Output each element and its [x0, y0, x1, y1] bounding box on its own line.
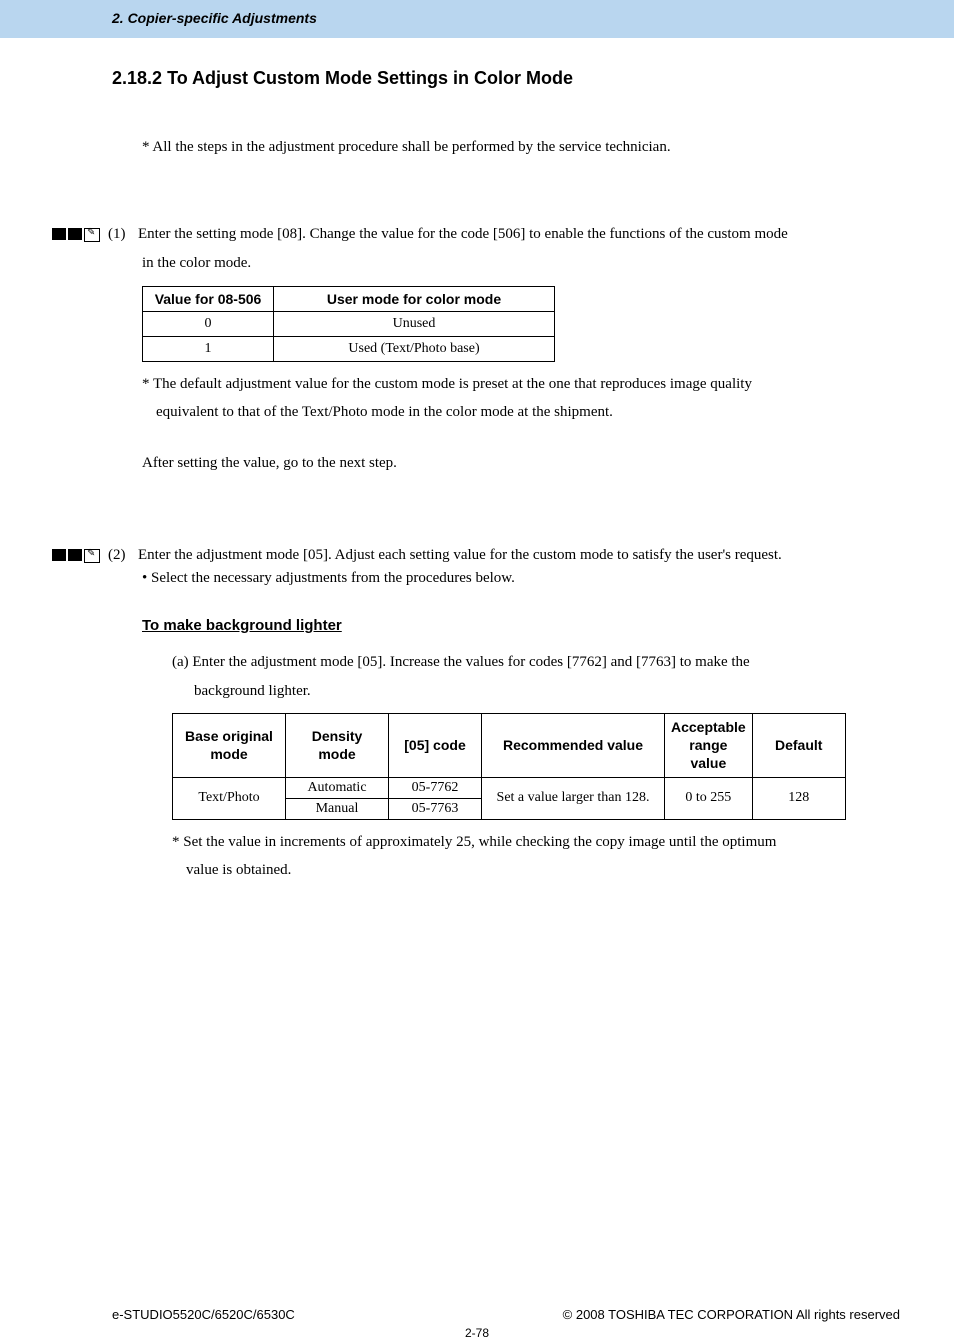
footnote-line1: * The default adjustment value for the c… [142, 376, 752, 392]
page-content: 2.18.2 To Adjust Custom Mode Settings in… [0, 38, 954, 927]
table-row: 1 Used (Text/Photo base) [143, 336, 555, 361]
section-title: To Adjust Custom Mode Settings in Color … [167, 68, 573, 88]
page-footer: e-STUDIO5520C/6520C/6530C © 2008 TOSHIBA… [0, 1307, 954, 1322]
after-setting: After setting the value, go to the next … [142, 449, 900, 478]
step-1-cont: in the color mode. [142, 249, 900, 278]
step-1-text: (1)Enter the setting mode [08]. Change t… [108, 226, 900, 243]
cell-rec: Set a value larger than 128. [482, 777, 665, 819]
footer-left: e-STUDIO5520C/6520C/6530C [112, 1307, 295, 1322]
footnote-line2: equivalent to that of the Text/Photo mod… [156, 404, 613, 420]
step-1: (1)Enter the setting mode [08]. Change t… [112, 226, 900, 243]
page-number: 2-78 [0, 1326, 954, 1340]
rect-icon [68, 228, 82, 240]
cell: Automatic [286, 777, 389, 798]
table2-footnote: * Set the value in increments of approxi… [172, 828, 900, 885]
cell: 05-7762 [389, 777, 482, 798]
t2-note-line1: * Set the value in increments of approxi… [172, 834, 776, 850]
table-color-mode: Value for 08-506 User mode for color mod… [142, 286, 555, 362]
table1-footnote: * The default adjustment value for the c… [142, 370, 900, 427]
table-row: Text/Photo Automatic 05-7762 Set a value… [173, 777, 846, 798]
section-number: 2.18.2 [112, 68, 162, 88]
step-2-body: Enter the adjustment mode [05]. Adjust e… [138, 547, 782, 563]
pen-icon [84, 549, 100, 563]
step-2-num: (2) [108, 547, 138, 564]
cell: 1 [143, 336, 274, 361]
cell: Unused [274, 311, 555, 336]
cell: Manual [286, 798, 389, 819]
substep-a: (a) Enter the adjustment mode [05]. Incr… [172, 648, 900, 705]
subheading: To make background lighter [142, 617, 900, 634]
t2-h4: Recommended value [482, 714, 665, 778]
cell: 0 [143, 311, 274, 336]
table1-header-2: User mode for color mode [274, 286, 555, 311]
t2-h1: Base original mode [173, 714, 286, 778]
step-2-bullet: • Select the necessary adjustments from … [142, 570, 900, 587]
t2-h3: [05] code [389, 714, 482, 778]
rect-icon [52, 549, 66, 561]
t2-h2: Density mode [286, 714, 389, 778]
breadcrumb: 2. Copier-specific Adjustments [112, 10, 317, 26]
intro-note: * All the steps in the adjustment proced… [142, 139, 900, 156]
step-1-body: Enter the setting mode [08]. Change the … [138, 226, 788, 242]
footer-right: © 2008 TOSHIBA TEC CORPORATION All right… [563, 1307, 900, 1322]
cell-default: 128 [752, 777, 845, 819]
step-icons [52, 228, 100, 242]
rect-icon [68, 549, 82, 561]
step-1-num: (1) [108, 226, 138, 243]
cell-range: 0 to 255 [665, 777, 753, 819]
rect-icon [52, 228, 66, 240]
t2-h6: Default [752, 714, 845, 778]
table-adjustment: Base original mode Density mode [05] cod… [172, 713, 846, 820]
step-icons [52, 549, 100, 563]
cell: Used (Text/Photo base) [274, 336, 555, 361]
substep-line2: background lighter. [194, 683, 311, 699]
step-2: (2)Enter the adjustment mode [05]. Adjus… [112, 547, 900, 564]
table-row: 0 Unused [143, 311, 555, 336]
header-bar: 2. Copier-specific Adjustments [0, 0, 954, 38]
section-heading: 2.18.2 To Adjust Custom Mode Settings in… [112, 68, 900, 89]
cell: 05-7763 [389, 798, 482, 819]
t2-h5: Acceptable range value [665, 714, 753, 778]
substep-line1: (a) Enter the adjustment mode [05]. Incr… [172, 654, 750, 670]
table1-header-1: Value for 08-506 [143, 286, 274, 311]
t2-note-line2: value is obtained. [186, 862, 291, 878]
step-2-text: (2)Enter the adjustment mode [05]. Adjus… [108, 547, 900, 564]
cell-base-mode: Text/Photo [173, 777, 286, 819]
pen-icon [84, 228, 100, 242]
